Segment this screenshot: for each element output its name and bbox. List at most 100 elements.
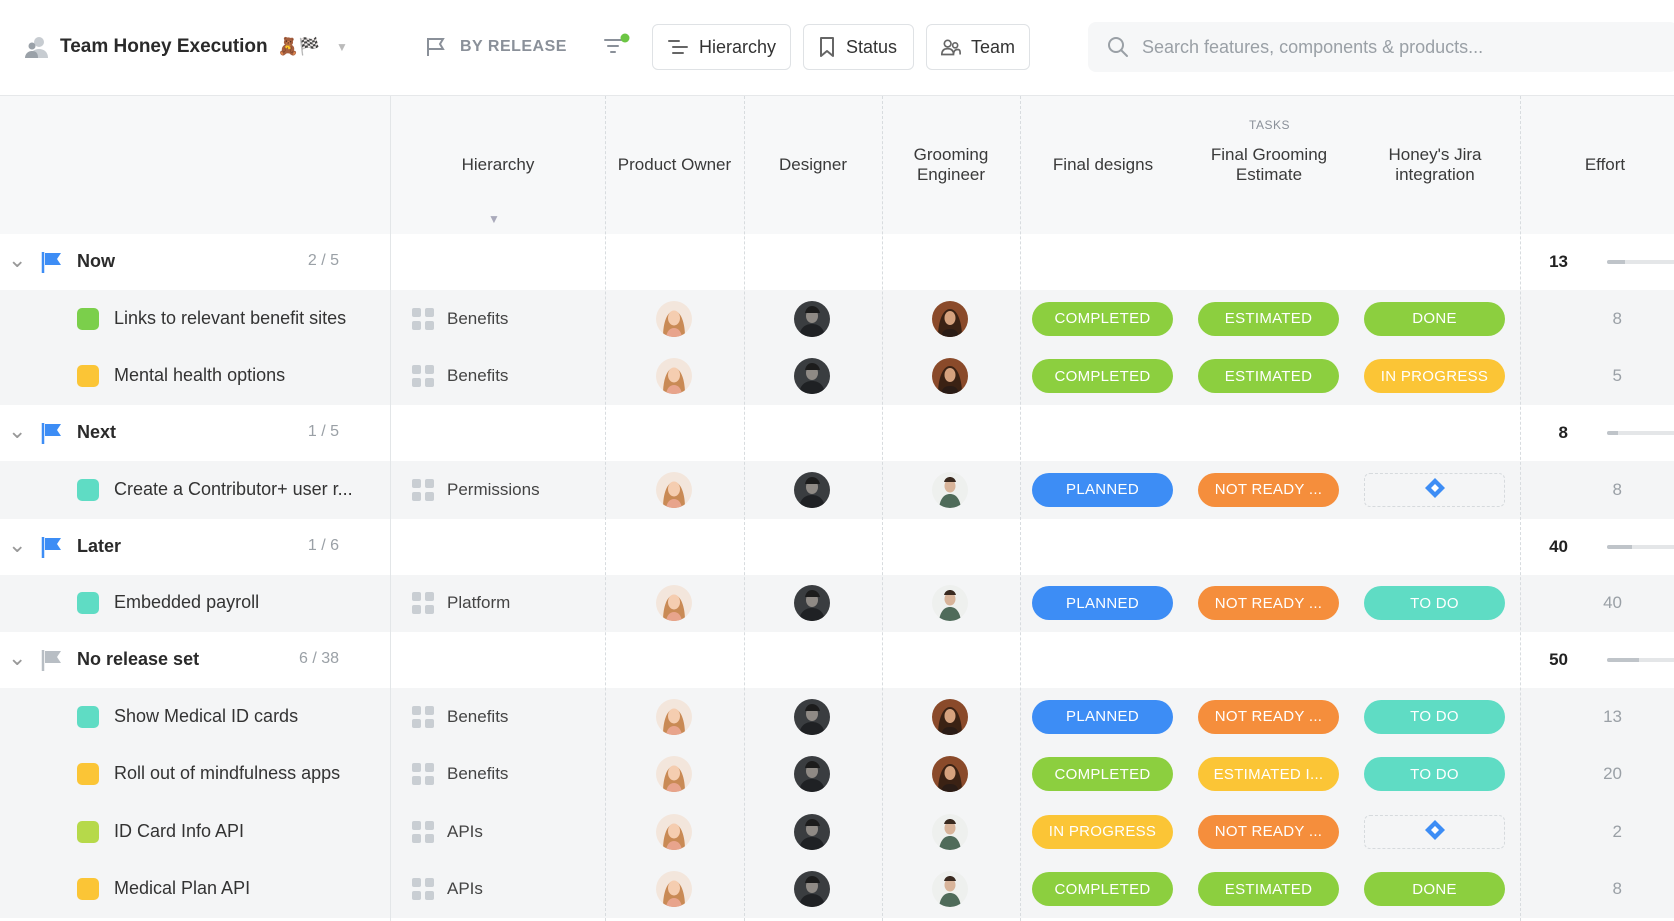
product-owner-avatar[interactable] xyxy=(656,300,692,337)
col-final-designs[interactable]: Final designs xyxy=(1020,96,1186,234)
designer-avatar[interactable] xyxy=(794,300,830,337)
feature-name[interactable]: Roll out of mindfulness apps xyxy=(114,763,340,784)
col-final-grooming-estimate[interactable]: Final Grooming Estimate xyxy=(1186,96,1352,234)
hierarchy-component[interactable]: APIs xyxy=(447,879,483,899)
chevron-down-icon[interactable]: ⌄ xyxy=(8,533,26,555)
filter-button[interactable] xyxy=(602,33,632,63)
grooming-estimate-status-pill[interactable]: NOT READY ... xyxy=(1198,814,1339,849)
product-owner-avatar[interactable] xyxy=(656,813,692,850)
grooming-engineer-avatar[interactable] xyxy=(932,813,968,850)
product-owner-avatar[interactable] xyxy=(656,585,692,622)
product-owner-avatar[interactable] xyxy=(656,871,692,908)
feature-name[interactable]: Medical Plan API xyxy=(114,878,250,899)
hierarchy-component[interactable]: Permissions xyxy=(447,480,540,500)
feature-row[interactable]: Medical Plan API APIs COMPLETED ESTIMATED DO… xyxy=(0,860,1674,918)
feature-name[interactable]: Mental health options xyxy=(114,365,285,386)
col-jira-integration[interactable]: Honey's Jira integration xyxy=(1352,96,1518,234)
product-owner-avatar[interactable] xyxy=(656,471,692,508)
designer-avatar[interactable] xyxy=(794,471,830,508)
hierarchy-component[interactable]: Benefits xyxy=(447,309,508,329)
feature-row[interactable]: Roll out of mindfulness apps Benefits COMP… xyxy=(0,745,1674,803)
final-designs-status-pill[interactable]: COMPLETED xyxy=(1032,301,1173,336)
product-owner-avatar[interactable] xyxy=(656,358,692,395)
feature-row[interactable]: Embedded payroll Platform PLANNED NOT READY… xyxy=(0,574,1674,632)
grooming-estimate-status-pill[interactable]: ESTIMATED I... xyxy=(1198,757,1339,792)
grooming-estimate-status-pill[interactable]: NOT READY ... xyxy=(1198,472,1339,507)
final-designs-status-pill[interactable]: COMPLETED xyxy=(1032,872,1173,907)
grooming-engineer-avatar[interactable] xyxy=(932,756,968,793)
chevron-down-icon[interactable]: ⌄ xyxy=(8,647,26,669)
jira-status-pill[interactable]: DONE xyxy=(1364,872,1505,907)
feature-name[interactable]: Show Medical ID cards xyxy=(114,706,298,727)
search-input[interactable]: Search features, components & products..… xyxy=(1088,22,1674,72)
hierarchy-button[interactable]: Hierarchy xyxy=(652,24,791,70)
grooming-engineer-avatar[interactable] xyxy=(932,585,968,622)
designer-avatar[interactable] xyxy=(794,585,830,622)
col-effort[interactable]: Effort xyxy=(1520,96,1674,234)
product-owner-avatar[interactable] xyxy=(656,756,692,793)
product-owner-avatar[interactable] xyxy=(656,698,692,735)
designer-avatar[interactable] xyxy=(794,871,830,908)
grooming-estimate-status-pill[interactable]: NOT READY ... xyxy=(1198,699,1339,734)
chevron-down-icon[interactable]: ⌄ xyxy=(8,249,26,271)
final-designs-status-pill[interactable]: COMPLETED xyxy=(1032,359,1173,394)
team-button[interactable]: Team xyxy=(926,24,1030,70)
col-grooming-engineer[interactable]: Grooming Engineer xyxy=(882,96,1020,234)
final-designs-status-pill[interactable]: COMPLETED xyxy=(1032,757,1173,792)
workspace-selector[interactable]: Team Honey Execution 🧸🏁 ▼ xyxy=(24,30,348,64)
status-button[interactable]: Status xyxy=(803,24,914,70)
grooming-estimate-status-label: NOT READY ... xyxy=(1214,481,1323,499)
feature-row[interactable]: Links to relevant benefit sites Benefits C… xyxy=(0,290,1674,348)
jira-status-pill[interactable] xyxy=(1364,814,1505,849)
release-group-row[interactable]: ⌄ Now 2 / 5 13 xyxy=(0,234,1674,290)
release-group-row[interactable]: ⌄ Next 1 / 5 8 xyxy=(0,405,1674,461)
grooming-estimate-status-pill[interactable]: ESTIMATED xyxy=(1198,872,1339,907)
feature-row[interactable]: ID Card Info API APIs IN PROGRESS NOT READY… xyxy=(0,803,1674,861)
group-effort-total: 13 xyxy=(1549,252,1568,271)
sort-icon[interactable]: ▼ xyxy=(488,212,500,226)
grooming-engineer-avatar[interactable] xyxy=(932,698,968,735)
feature-name[interactable]: Links to relevant benefit sites xyxy=(114,308,346,329)
grooming-estimate-status-pill[interactable]: ESTIMATED xyxy=(1198,359,1339,394)
designer-avatar[interactable] xyxy=(794,813,830,850)
grooming-estimate-status-pill[interactable]: ESTIMATED xyxy=(1198,301,1339,336)
final-designs-status-pill[interactable]: PLANNED xyxy=(1032,699,1173,734)
col-product-owner[interactable]: Product Owner xyxy=(605,96,744,234)
grooming-engineer-avatar[interactable] xyxy=(932,471,968,508)
feature-name[interactable]: ID Card Info API xyxy=(114,821,244,842)
jira-status-pill[interactable] xyxy=(1364,472,1505,507)
feature-row[interactable]: Mental health options Benefits COMPLETED ES… xyxy=(0,347,1674,405)
jira-status-pill[interactable]: IN PROGRESS xyxy=(1364,359,1505,394)
final-designs-status-pill[interactable]: PLANNED xyxy=(1032,472,1173,507)
feature-name[interactable]: Create a Contributor+ user r... xyxy=(114,479,353,500)
release-group-row[interactable]: ⌄ Later 1 / 6 40 xyxy=(0,518,1674,575)
hierarchy-component[interactable]: Benefits xyxy=(447,764,508,784)
feature-name[interactable]: Embedded payroll xyxy=(114,592,259,613)
jira-status-pill[interactable]: TO DO xyxy=(1364,699,1505,734)
chevron-down-icon[interactable]: ⌄ xyxy=(8,420,26,442)
grooming-estimate-status-pill[interactable]: NOT READY ... xyxy=(1198,586,1339,621)
grooming-engineer-avatar[interactable] xyxy=(932,358,968,395)
final-designs-status-pill[interactable]: IN PROGRESS xyxy=(1032,814,1173,849)
designer-avatar[interactable] xyxy=(794,756,830,793)
hierarchy-component[interactable]: Benefits xyxy=(447,707,508,727)
hierarchy-icon xyxy=(667,40,688,54)
jira-status-pill[interactable]: TO DO xyxy=(1364,586,1505,621)
grooming-engineer-avatar[interactable] xyxy=(932,871,968,908)
designer-avatar[interactable] xyxy=(794,358,830,395)
hierarchy-component[interactable]: Benefits xyxy=(447,366,508,386)
feature-effort: 5 xyxy=(1612,366,1622,386)
hierarchy-component[interactable]: Platform xyxy=(447,593,510,613)
group-by-release[interactable]: BY RELEASE xyxy=(424,32,567,62)
feature-row[interactable]: Show Medical ID cards Benefits PLANNED NOT … xyxy=(0,688,1674,746)
release-group-row[interactable]: ⌄ No release set 6 / 38 50 xyxy=(0,632,1674,688)
jira-status-pill[interactable]: TO DO xyxy=(1364,757,1505,792)
hierarchy-component[interactable]: APIs xyxy=(447,822,483,842)
release-flag-icon xyxy=(40,421,66,445)
feature-row[interactable]: Create a Contributor+ user r... Permissio… xyxy=(0,461,1674,519)
grooming-engineer-avatar[interactable] xyxy=(932,300,968,337)
col-designer[interactable]: Designer xyxy=(744,96,882,234)
designer-avatar[interactable] xyxy=(794,698,830,735)
final-designs-status-pill[interactable]: PLANNED xyxy=(1032,586,1173,621)
jira-status-pill[interactable]: DONE xyxy=(1364,301,1505,336)
